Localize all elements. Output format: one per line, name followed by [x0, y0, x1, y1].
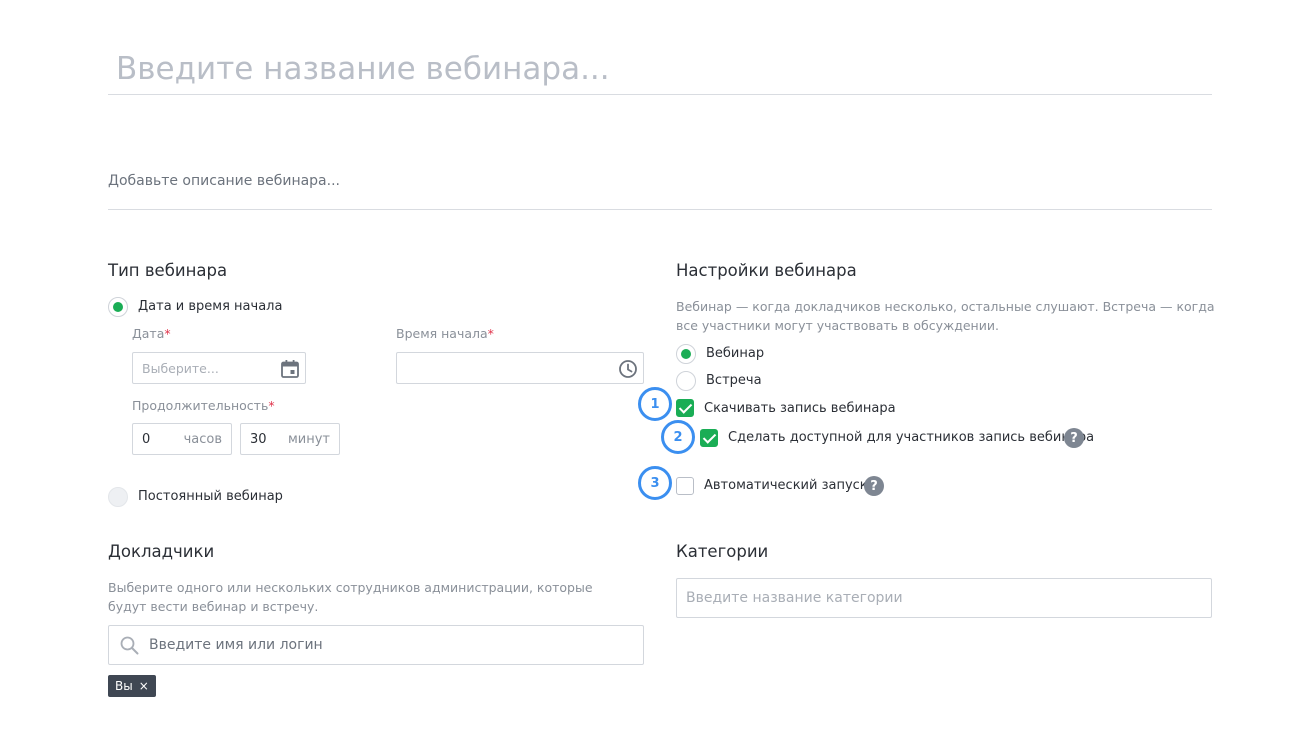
download-record-checkbox[interactable] [676, 399, 694, 417]
speakers-help-text: Выберите одного или нескольких сотрудник… [108, 580, 593, 614]
radio-datetime-label: Дата и время начала [138, 299, 283, 314]
hours-unit: часов [183, 432, 222, 447]
speaker-search-placeholder: Введите имя или логин [149, 637, 323, 653]
speakers-heading: Докладчики [108, 542, 215, 561]
speaker-chip-label: Вы [115, 679, 133, 693]
webinar-description-input[interactable] [108, 140, 1212, 210]
speaker-chip: Вы × [108, 675, 156, 697]
annotation-marker-2: 2 [661, 420, 695, 454]
hours-value: 0 [142, 432, 151, 447]
start-time-field[interactable] [396, 352, 644, 384]
radio-permanent[interactable] [108, 487, 128, 507]
categories-heading: Категории [676, 542, 769, 561]
share-record-label: Сделать доступной для участников запись … [728, 430, 1095, 445]
radio-meeting-label: Встреча [706, 373, 762, 388]
calendar-icon[interactable] [280, 359, 300, 379]
auto-start-help-icon[interactable]: ? [864, 476, 884, 496]
category-input[interactable]: Введите название категории [676, 578, 1212, 618]
speaker-search-input[interactable]: Введите имя или логин [108, 625, 644, 665]
duration-label: Продолжительность* [132, 398, 275, 413]
share-record-checkbox[interactable] [700, 429, 718, 447]
date-field[interactable]: Выберите... [132, 352, 306, 384]
webinar-type-heading: Тип вебинара [108, 261, 228, 280]
date-placeholder: Выберите... [142, 361, 219, 376]
date-label: Дата* [132, 326, 171, 341]
annotation-marker-1: 1 [638, 387, 672, 421]
settings-heading: Настройки вебинара [676, 261, 857, 280]
minutes-value: 30 [250, 432, 267, 447]
share-record-help-icon[interactable]: ? [1064, 428, 1084, 448]
annotation-marker-3: 3 [638, 466, 672, 500]
radio-webinar-label: Вебинар [706, 346, 765, 361]
duration-minutes-field[interactable]: 30 минут [240, 423, 340, 455]
settings-help-text: Вебинар — когда докладчиков несколько, о… [676, 299, 1215, 333]
download-record-label: Скачивать запись вебинара [704, 401, 896, 416]
auto-start-label: Автоматический запуск [704, 478, 868, 493]
radio-webinar[interactable] [676, 344, 696, 364]
radio-meeting[interactable] [676, 371, 696, 391]
category-placeholder: Введите название категории [686, 590, 903, 606]
close-icon[interactable]: × [139, 679, 149, 693]
webinar-title-input[interactable] [108, 44, 1212, 95]
time-label: Время начала* [396, 326, 494, 341]
radio-datetime[interactable] [108, 297, 128, 317]
minutes-unit: минут [287, 432, 330, 447]
radio-permanent-label: Постоянный вебинар [138, 489, 283, 504]
search-icon [120, 636, 139, 655]
duration-hours-field[interactable]: 0 часов [132, 423, 232, 455]
auto-start-checkbox[interactable] [676, 477, 694, 495]
clock-icon[interactable] [618, 359, 638, 379]
